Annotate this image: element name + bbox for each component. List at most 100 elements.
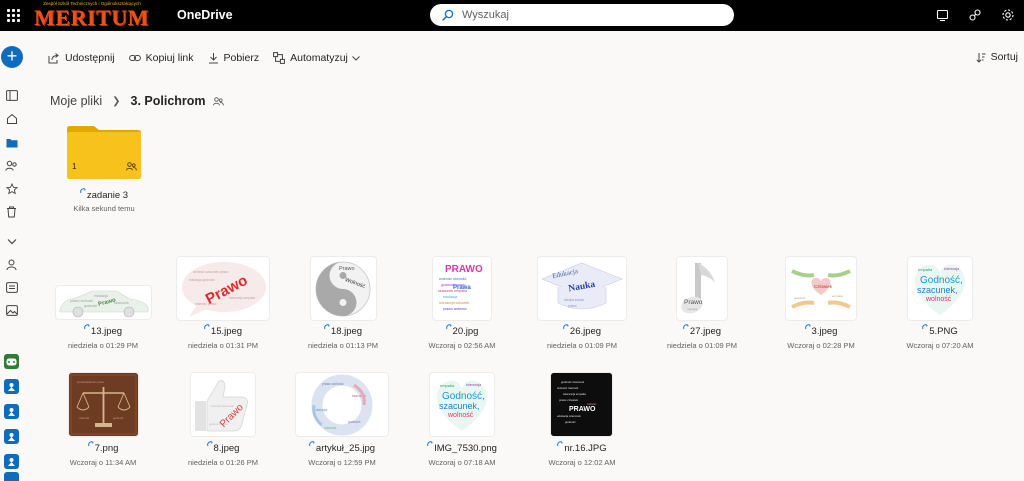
chevron-down-icon[interactable]	[5, 235, 18, 248]
sync-icon	[557, 441, 563, 447]
share-button[interactable]: Udostępnij	[48, 52, 115, 64]
sharepoint-site-icon[interactable]	[4, 404, 19, 419]
file-name[interactable]: 20.jpg	[412, 324, 512, 337]
file-name[interactable]: 15.jpeg	[173, 324, 273, 337]
waffle-icon[interactable]	[0, 0, 27, 31]
thumbnail-nr-16[interactable]: godność szacunek wolność równość tolerancj…	[551, 373, 612, 436]
recycle-bin-icon[interactable]	[5, 205, 18, 218]
file-name-text: nr.16.JPG	[564, 443, 607, 454]
svg-text:godność: godność	[348, 420, 361, 424]
file-date: niedziela o 01:13 PM	[307, 341, 379, 350]
file-name[interactable]: artykuł_25.jpg	[292, 441, 392, 454]
thumbnail-27[interactable]: Prawo muzyka	[677, 257, 727, 320]
file-name[interactable]: 13.jpeg	[53, 324, 153, 337]
gear-icon[interactable]	[1000, 7, 1016, 23]
thumbnail-18[interactable]: Prawo Wolność	[311, 257, 376, 320]
sharepoint-site-icon[interactable]	[4, 429, 19, 444]
my-files-icon[interactable]	[5, 136, 18, 149]
file-name[interactable]: 27.jpeg	[652, 324, 752, 337]
breadcrumb: Moje pliki ❯ 3. Polichrom	[50, 94, 224, 108]
thumbnail-img-7530[interactable]: empatia tolerancja Godność, szacunek, wolnoś…	[430, 373, 494, 436]
home-panel-icon[interactable]	[5, 89, 18, 102]
thumbnail-8[interactable]: wolność szacunek godność prawo Prawo	[191, 373, 255, 436]
automate-button[interactable]: Automatyzuj	[273, 52, 360, 64]
search-box[interactable]	[430, 4, 734, 26]
file-date: Wczoraj o 07:20 AM	[906, 341, 974, 350]
search-input[interactable]	[462, 9, 712, 21]
sort-button[interactable]: Sortuj	[976, 51, 1018, 63]
folder-modified: Kilka sekund temu	[73, 204, 135, 213]
thumbnail-20[interactable]: PRAWO wolność równość godność prawo szacune…	[433, 257, 491, 320]
svg-text:edukacja: edukacja	[94, 294, 108, 298]
file-name[interactable]: 18.jpeg	[293, 324, 393, 337]
meetings-icon[interactable]	[5, 281, 18, 294]
svg-text:edukacja godność: edukacja godność	[189, 278, 215, 282]
thumbnail-3[interactable]: Człowiek godność empatia	[786, 257, 856, 320]
file-date: niedziela o 01:26 PM	[187, 458, 259, 467]
top-bar: Zespół Szkół Technicznych i Ogólnokształ…	[0, 0, 1024, 31]
svg-text:godność: godność	[794, 296, 806, 300]
favorites-icon[interactable]	[5, 182, 18, 195]
download-button[interactable]: Pobierz	[208, 52, 260, 64]
svg-text:wiedza szkoła: wiedza szkoła	[564, 298, 584, 302]
shared-people-icon	[212, 96, 224, 105]
game-app-icon[interactable]	[4, 354, 19, 369]
app-name[interactable]: OneDrive	[177, 8, 233, 22]
meritum-logo[interactable]: Zespół Szkół Technicznych i Ogólnokształ…	[30, 1, 153, 29]
create-new-button[interactable]: +	[1, 46, 23, 68]
thumbnail-13[interactable]: prawo wolność edukacja szacunek godność Praw…	[56, 286, 151, 319]
download-label: Pobierz	[223, 52, 260, 64]
file-name[interactable]: nr.16.JPG	[532, 441, 632, 454]
copy-link-label: Kopiuj link	[145, 52, 194, 64]
file-name[interactable]: IMG_7530.png	[412, 441, 512, 454]
file-name-text: 5.PNG	[929, 326, 958, 337]
folder-tile[interactable]: 1	[66, 125, 142, 180]
sharepoint-site-icon[interactable]	[4, 472, 19, 481]
breadcrumb-root[interactable]: Moje pliki	[50, 94, 102, 108]
sync-icon	[804, 324, 810, 330]
file-date: niedziela o 01:29 PM	[67, 341, 139, 350]
people-icon[interactable]	[5, 258, 18, 271]
sharepoint-site-icon[interactable]	[4, 454, 19, 469]
file-name[interactable]: 7.png	[53, 441, 153, 454]
sort-label: Sortuj	[990, 51, 1018, 63]
home-icon[interactable]	[5, 112, 18, 125]
copy-link-button[interactable]: Kopiuj link	[128, 52, 194, 64]
monitor-icon[interactable]	[934, 7, 950, 23]
file-name-text: IMG_7530.png	[434, 443, 497, 454]
left-rail: +	[0, 31, 24, 481]
thumbnail-26[interactable]: Edukacja Nauka wiedza szkoła prawo	[538, 257, 626, 320]
sharepoint-site-icon[interactable]	[4, 379, 19, 394]
sync-icon	[206, 441, 212, 447]
file-date: Wczoraj o 12:02 AM	[548, 458, 616, 467]
thumbnail-7[interactable]: sprawiedliwość prawo równość godność	[69, 373, 138, 436]
thumb-text: Człowiek	[814, 284, 833, 289]
thumb-text: szacunek,	[917, 285, 958, 295]
folder-name[interactable]: zadanie 3	[54, 188, 154, 201]
shared-icon[interactable]	[5, 159, 18, 172]
thumbnail-5[interactable]: empatia tolerancja Godność, szacunek, wolnoś…	[908, 257, 972, 320]
file-name-text: 7.png	[94, 443, 119, 454]
share-icon	[48, 53, 59, 64]
file-name[interactable]: 5.PNG	[890, 324, 990, 337]
chevron-right-icon: ❯	[112, 95, 121, 107]
svg-text:wolność równość: wolność równość	[439, 277, 467, 281]
share-settings-icon[interactable]	[967, 7, 983, 23]
file-name[interactable]: 8.jpeg	[173, 441, 273, 454]
thumbnail-artykul-25[interactable]: prawo wolność szacunek edukacja godność równ…	[296, 373, 388, 436]
sync-icon	[84, 324, 90, 330]
sort-icon	[976, 52, 986, 63]
sync-icon	[922, 324, 928, 330]
share-label: Udostępnij	[65, 52, 115, 64]
breadcrumb-current[interactable]: 3. Polichrom	[131, 94, 206, 108]
file-name[interactable]: 26.jpeg	[532, 324, 632, 337]
svg-text:tolerancja człowiek: tolerancja człowiek	[439, 301, 469, 305]
thumb-text: wolność	[925, 296, 952, 303]
photos-icon[interactable]	[5, 304, 18, 317]
sync-icon	[309, 441, 315, 447]
download-icon	[208, 53, 218, 64]
file-name[interactable]: 3.jpeg	[771, 324, 871, 337]
link-icon	[128, 55, 141, 61]
svg-text:tolerancja empatia: tolerancja empatia	[563, 392, 586, 396]
thumbnail-15[interactable]: wolność szacunek prawo edukacja godność to…	[177, 257, 269, 320]
